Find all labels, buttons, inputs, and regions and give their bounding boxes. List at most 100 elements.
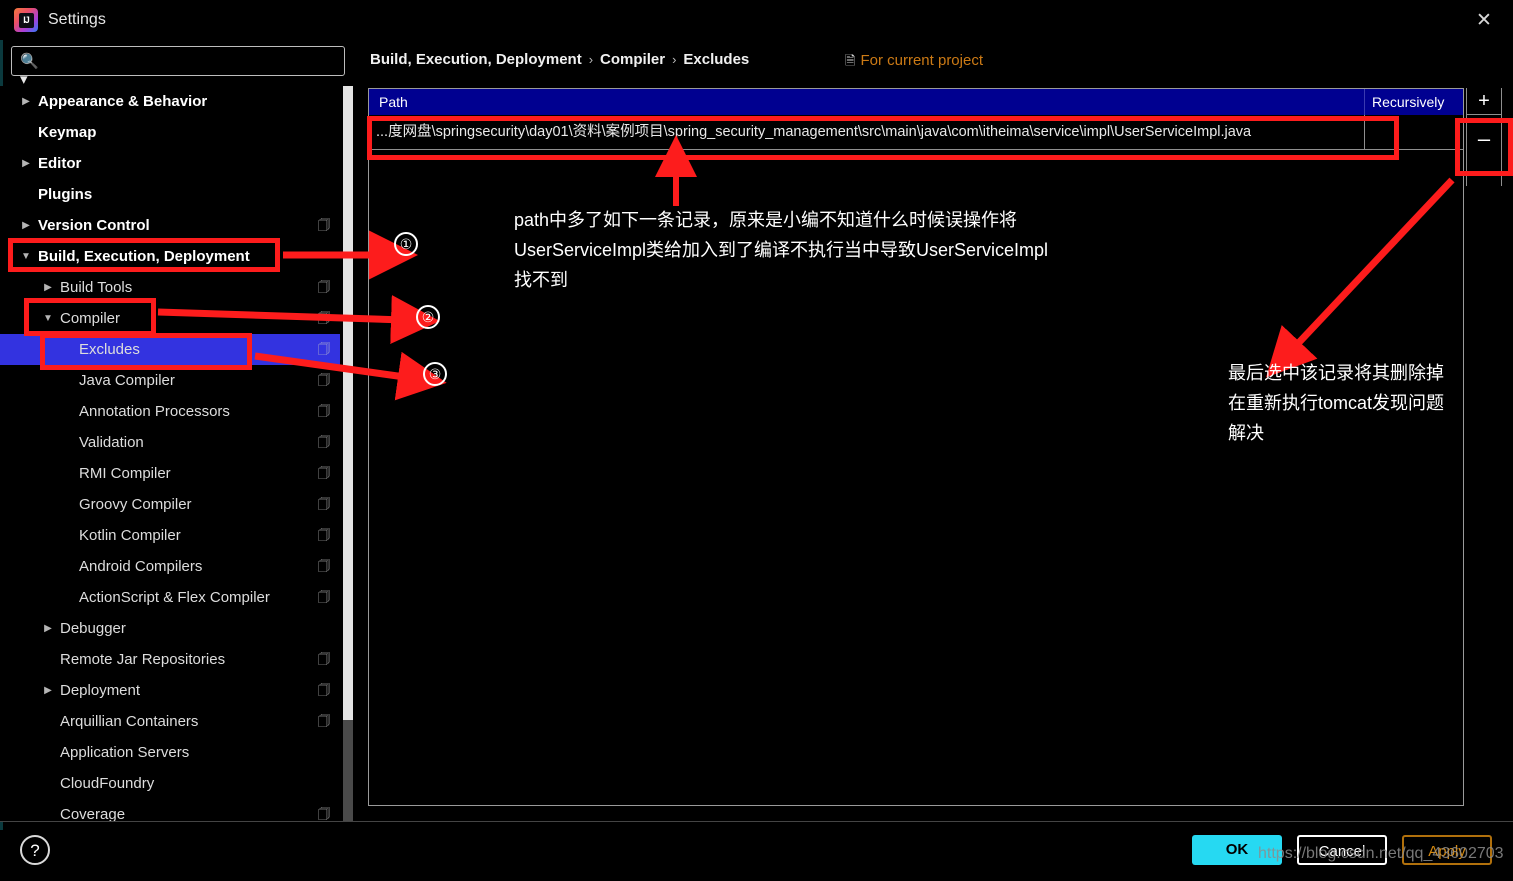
sidebar-item-editor[interactable]: ▶ Editor xyxy=(0,148,340,179)
sidebar-item-label: Plugins xyxy=(38,186,93,203)
sidebar-item-label: Build Tools xyxy=(60,279,133,296)
sidebar-item-validation[interactable]: Validation 🗍 xyxy=(0,427,340,458)
footer-divider xyxy=(0,821,1513,822)
breadcrumb: Build, Execution, Deployment › Compiler › Ex… xyxy=(370,48,749,72)
copy-settings-icon[interactable]: 🗍 xyxy=(317,714,331,728)
project-scope-icon: 🗎 xyxy=(845,53,856,68)
copy-settings-icon[interactable]: 🗍 xyxy=(317,342,331,356)
sidebar-item-debugger[interactable]: ▶ Debugger xyxy=(0,613,340,644)
breadcrumb-item[interactable]: Build, Execution, Deployment xyxy=(370,51,582,68)
sidebar-item-label: Java Compiler xyxy=(79,372,175,389)
chevron-right-icon[interactable]: ▶ xyxy=(40,675,56,706)
sidebar-item-excludes[interactable]: Excludes 🗍 xyxy=(0,334,340,365)
cell-path[interactable]: ...度网盘\springsecurity\day01\资料\案例项目\spri… xyxy=(369,115,1364,149)
sidebar-item-label: ActionScript & Flex Compiler xyxy=(79,589,270,606)
breadcrumb-item[interactable]: Compiler xyxy=(600,51,665,68)
chevron-right-icon[interactable]: ▶ xyxy=(40,272,56,303)
copy-settings-icon[interactable]: 🗍 xyxy=(317,466,331,480)
sidebar-item-label: Deployment xyxy=(60,682,141,699)
copy-settings-icon[interactable]: 🗍 xyxy=(317,404,331,418)
sidebar-item-label: Excludes xyxy=(79,341,140,358)
sidebar-item-compiler[interactable]: ▼ Compiler 🗍 xyxy=(0,303,340,334)
add-path-button[interactable]: + xyxy=(1466,88,1502,114)
sidebar-scrollbar-thumb-lower[interactable] xyxy=(343,720,353,821)
column-header-recursively[interactable]: Recursively xyxy=(1364,89,1463,115)
copy-settings-icon[interactable]: 🗍 xyxy=(317,807,331,821)
sidebar-item-label: Arquillian Containers xyxy=(60,713,199,730)
sidebar-item-android-compilers[interactable]: Android Compilers 🗍 xyxy=(0,551,340,582)
copy-settings-icon[interactable]: 🗍 xyxy=(317,528,331,542)
cell-recursively[interactable] xyxy=(1364,115,1463,149)
scope-label-text: For current project xyxy=(860,52,983,69)
chevron-down-icon[interactable]: ▼ xyxy=(40,303,56,334)
close-icon[interactable]: ✕ xyxy=(1467,6,1501,36)
sidebar-item-remote-jar-repositories[interactable]: Remote Jar Repositories 🗍 xyxy=(0,644,340,675)
sidebar-item-label: Android Compilers xyxy=(79,558,203,575)
copy-settings-icon[interactable]: 🗍 xyxy=(317,435,331,449)
sidebar-item-label: Remote Jar Repositories xyxy=(60,651,226,668)
sidebar-item-label: Editor xyxy=(38,155,82,172)
annotation-note-right: 最后选中该记录将其删除掉 在重新执行tomcat发现问题 解决 xyxy=(1228,363,1445,443)
copy-settings-icon[interactable]: 🗍 xyxy=(317,497,331,511)
sidebar-item-label: Application Servers xyxy=(60,744,190,761)
help-icon[interactable]: ? xyxy=(20,835,50,865)
copy-settings-icon[interactable]: 🗍 xyxy=(317,280,331,294)
copy-settings-icon[interactable]: 🗍 xyxy=(317,590,331,604)
sidebar-item-label: Debugger xyxy=(60,620,126,637)
sidebar-item-java-compiler[interactable]: Java Compiler 🗍 xyxy=(0,365,340,396)
sidebar-item-label: Kotlin Compiler xyxy=(79,527,181,544)
sidebar-item-label: Compiler xyxy=(60,310,121,327)
chevron-right-icon[interactable]: ▶ xyxy=(18,210,34,241)
sidebar-item-plugins[interactable]: Plugins xyxy=(0,179,340,210)
chevron-down-icon[interactable]: ▼ xyxy=(18,241,34,272)
sidebar-item-label: Appearance & Behavior xyxy=(38,93,208,110)
sidebar-item-label: Version Control xyxy=(38,217,150,234)
sidebar-item-version-control[interactable]: ▶ Version Control 🗍 xyxy=(0,210,340,241)
chevron-right-icon[interactable]: ▶ xyxy=(18,148,34,179)
intellij-idea-icon: IJ xyxy=(14,8,38,32)
search-icon: 🔍▾ xyxy=(20,53,39,88)
breadcrumb-separator: › xyxy=(588,52,594,67)
copy-settings-icon[interactable]: 🗍 xyxy=(317,683,331,697)
sidebar-item-build-execution-deployment[interactable]: ▼ Build, Execution, Deployment xyxy=(0,241,340,272)
sidebar-item-appearance-behavior[interactable]: ▶ Appearance & Behavior xyxy=(0,86,340,117)
copy-settings-icon[interactable]: 🗍 xyxy=(317,559,331,573)
sidebar-item-application-servers[interactable]: Application Servers xyxy=(0,737,340,768)
sidebar-item-label: Annotation Processors xyxy=(79,403,230,420)
sidebar-item-coverage[interactable]: Coverage 🗍 xyxy=(0,799,340,821)
sidebar-item-annotation-processors[interactable]: Annotation Processors 🗍 xyxy=(0,396,340,427)
copy-settings-icon[interactable]: 🗍 xyxy=(317,311,331,325)
sidebar-item-rmi-compiler[interactable]: RMI Compiler 🗍 xyxy=(0,458,340,489)
sidebar-item-label: Validation xyxy=(79,434,144,451)
sidebar-item-build-tools[interactable]: ▶ Build Tools 🗍 xyxy=(0,272,340,303)
annotation-marker-1: ① xyxy=(394,232,418,256)
sidebar-item-cloudfoundry[interactable]: CloudFoundry xyxy=(0,768,340,799)
search-box[interactable]: 🔍▾ xyxy=(11,46,345,88)
breadcrumb-item[interactable]: Excludes xyxy=(683,51,749,68)
sidebar-item-deployment[interactable]: ▶ Deployment 🗍 xyxy=(0,675,340,706)
sidebar-item-groovy-compiler[interactable]: Groovy Compiler 🗍 xyxy=(0,489,340,520)
breadcrumb-separator: › xyxy=(672,52,677,67)
title-bar: IJ Settings ✕ xyxy=(0,0,1513,40)
sidebar-scrollbar-thumb[interactable] xyxy=(343,86,353,720)
sidebar-item-arquillian-containers[interactable]: Arquillian Containers 🗍 xyxy=(0,706,340,737)
sidebar-item-label: Coverage xyxy=(60,806,126,821)
sidebar-item-label: RMI Compiler xyxy=(79,465,171,482)
sidebar-item-keymap[interactable]: Keymap xyxy=(0,117,340,148)
chevron-right-icon[interactable]: ▶ xyxy=(18,86,34,117)
search-input[interactable] xyxy=(46,47,342,75)
column-header-path[interactable]: Path xyxy=(369,89,1364,115)
sidebar-item-label: Build, Execution, Deployment xyxy=(38,248,250,265)
settings-tree[interactable]: ▶ Appearance & Behavior Keymap ▶ Editor Plugi… xyxy=(0,86,340,821)
sidebar-item-label: CloudFoundry xyxy=(60,775,155,792)
copy-settings-icon[interactable]: 🗍 xyxy=(317,218,331,232)
sidebar-item-kotlin-compiler[interactable]: Kotlin Compiler 🗍 xyxy=(0,520,340,551)
annotation-marker-3: ③ xyxy=(423,362,447,386)
chevron-right-icon[interactable]: ▶ xyxy=(40,613,56,644)
sidebar-item-actionscript-flex-compiler[interactable]: ActionScript & Flex Compiler 🗍 xyxy=(0,582,340,613)
remove-path-button[interactable]: – xyxy=(1466,126,1502,152)
copy-settings-icon[interactable]: 🗍 xyxy=(317,652,331,666)
copy-settings-icon[interactable]: 🗍 xyxy=(317,373,331,387)
table-row[interactable]: ...度网盘\springsecurity\day01\资料\案例项目\spri… xyxy=(369,115,1463,150)
scope-label[interactable]: 🗎 For current project xyxy=(845,50,983,72)
